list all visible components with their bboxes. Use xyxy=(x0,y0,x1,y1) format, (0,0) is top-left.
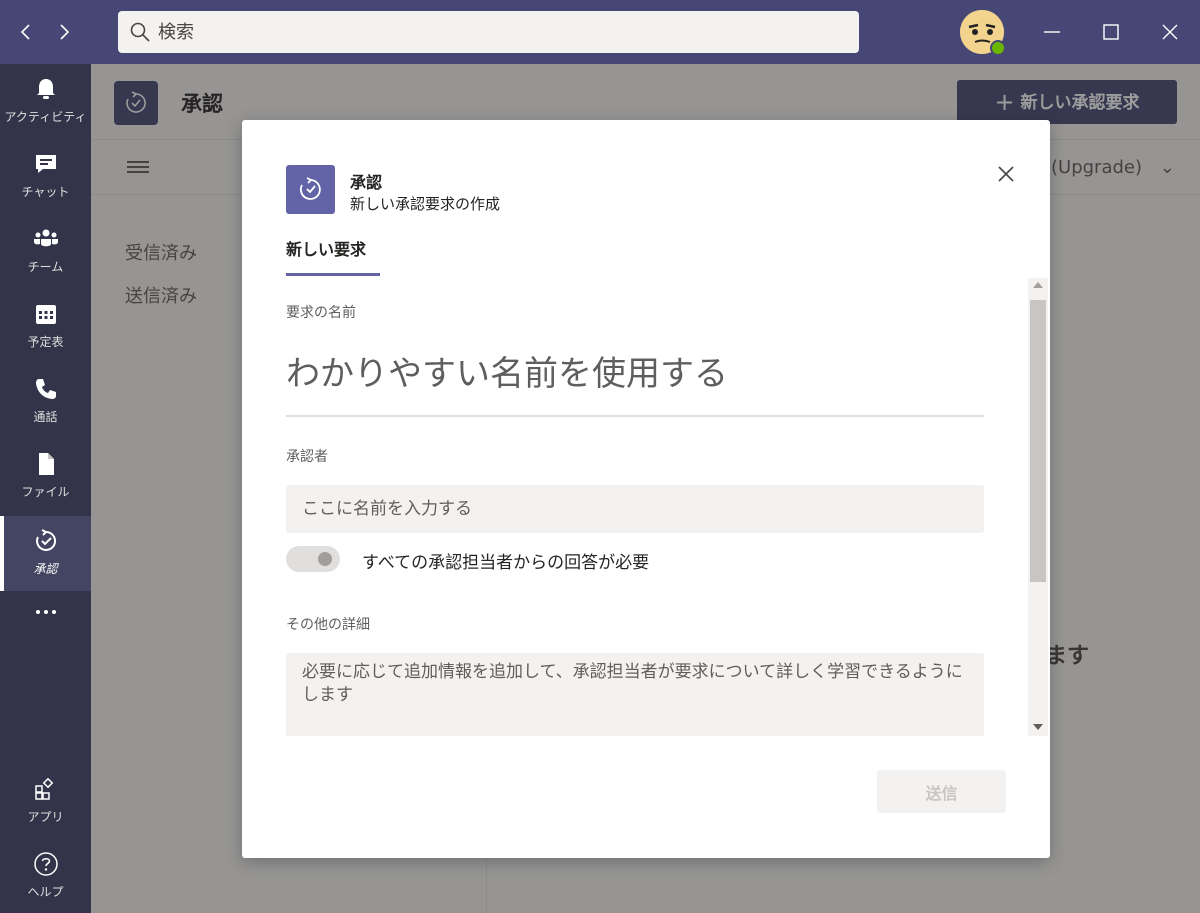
details-textarea[interactable] xyxy=(286,653,984,736)
scroll-down-arrow-icon[interactable] xyxy=(1033,724,1043,730)
tab-new-request[interactable]: 新しい要求 xyxy=(286,236,380,276)
rail-label: 予定表 xyxy=(27,335,64,349)
search-box[interactable] xyxy=(118,11,859,53)
more-icon xyxy=(36,610,56,614)
apps-icon xyxy=(35,777,54,800)
maximize-button[interactable] xyxy=(1095,16,1127,48)
rail-item-calendar[interactable]: 予定表 xyxy=(0,289,91,364)
rail-label: アプリ xyxy=(27,810,64,824)
approvers-input[interactable] xyxy=(286,485,984,533)
rail-label: ファイル xyxy=(21,485,70,499)
maximize-icon xyxy=(1103,24,1119,40)
app-rail: アクティビティ チャット チーム 予定表 通話 ファイル 承認 アプリ ヘルプ xyxy=(0,64,91,913)
chat-icon xyxy=(36,155,56,173)
toggle-knob xyxy=(318,552,332,566)
dialog-app-logo xyxy=(286,165,335,214)
chevron-right-icon xyxy=(60,24,70,40)
calendar-icon xyxy=(36,305,56,324)
title-bar xyxy=(0,0,1200,64)
close-icon xyxy=(998,166,1014,182)
close-window-button[interactable] xyxy=(1154,16,1186,48)
approvals-icon xyxy=(299,177,321,200)
dialog-subtitle: 新しい承認要求の作成 xyxy=(350,195,501,213)
teams-icon xyxy=(34,229,58,247)
scrollbar-thumb[interactable] xyxy=(1030,300,1046,582)
scroll-up-arrow-icon[interactable] xyxy=(1033,282,1043,288)
rail-label: 承認 xyxy=(33,562,58,576)
phone-icon xyxy=(36,379,56,399)
avatar[interactable] xyxy=(960,10,1006,56)
dialog-title: 承認 xyxy=(350,173,383,192)
rail-item-activity[interactable]: アクティビティ xyxy=(0,64,91,139)
presence-available-icon xyxy=(990,40,1006,56)
rail-item-approvals[interactable]: 承認 xyxy=(0,516,91,591)
rail-label: アクティビティ xyxy=(4,110,87,124)
require-all-responses-toggle[interactable] xyxy=(286,546,340,572)
rail-label: 通話 xyxy=(33,410,58,424)
rail-label: ヘルプ xyxy=(27,885,64,899)
rail-item-apps[interactable]: アプリ xyxy=(0,764,91,839)
dialog-form: 要求の名前 承認者 すべての承認担当者からの回答が必要 その他の詳細 xyxy=(286,278,984,736)
help-icon xyxy=(34,852,58,876)
rail-label: チーム xyxy=(27,260,64,274)
request-name-input[interactable] xyxy=(286,333,984,417)
request-name-label: 要求の名前 xyxy=(286,305,356,321)
forward-button[interactable] xyxy=(50,18,78,46)
search-input[interactable] xyxy=(158,11,838,53)
new-approval-dialog: 承認 新しい承認要求の作成 新しい要求 要求の名前 承認者 すべての承認担当者か… xyxy=(242,120,1050,858)
back-button[interactable] xyxy=(12,18,40,46)
chevron-left-icon xyxy=(20,24,30,40)
approvals-icon xyxy=(36,529,57,551)
rail-label: チャット xyxy=(21,185,70,199)
close-icon xyxy=(1162,24,1178,40)
require-all-responses-label: すべての承認担当者からの回答が必要 xyxy=(362,553,650,573)
minimize-button[interactable] xyxy=(1036,16,1068,48)
dialog-close-button[interactable] xyxy=(992,160,1020,188)
search-icon xyxy=(130,22,150,42)
dialog-scrollbar[interactable] xyxy=(1028,278,1048,736)
approvers-label: 承認者 xyxy=(286,449,328,465)
rail-item-teams[interactable]: チーム xyxy=(0,214,91,289)
rail-item-chat[interactable]: チャット xyxy=(0,139,91,214)
bell-icon xyxy=(37,79,55,99)
file-icon xyxy=(39,453,54,475)
send-button[interactable]: 送信 xyxy=(877,770,1006,813)
rail-item-files[interactable]: ファイル xyxy=(0,439,91,514)
details-label: その他の詳細 xyxy=(286,617,370,633)
rail-item-help[interactable]: ヘルプ xyxy=(0,839,91,913)
rail-item-calls[interactable]: 通話 xyxy=(0,364,91,439)
minimize-icon xyxy=(1044,31,1060,33)
rail-more-button[interactable] xyxy=(0,594,91,630)
